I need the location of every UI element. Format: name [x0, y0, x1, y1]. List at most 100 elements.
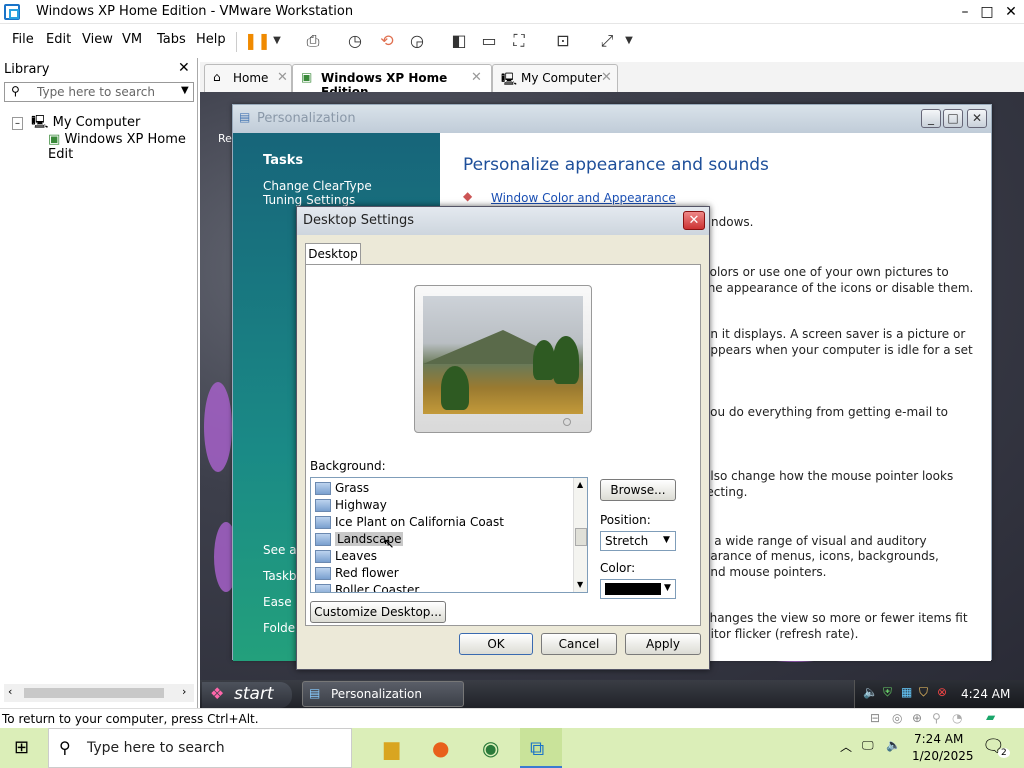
volume-icon[interactable]: 🔈: [886, 738, 901, 752]
scroll-up-icon[interactable]: ▲: [577, 480, 583, 489]
network-icon[interactable]: 🖵: [862, 738, 874, 753]
description-text: ndows.: [711, 215, 754, 229]
window-color-link[interactable]: Window Color and Appearance: [491, 191, 676, 205]
volume-icon[interactable]: 🔈: [863, 685, 878, 699]
message-icon[interactable]: ▰: [986, 710, 995, 724]
sidebar-view-icon[interactable]: ◧: [448, 30, 470, 52]
library-horizontal-scrollbar[interactable]: ‹ ›: [4, 684, 194, 702]
guest-screen[interactable]: Re ▤ Personalization _ □ ✕ Tasks Change …: [200, 92, 1024, 709]
clock[interactable]: 4:24 AM: [961, 687, 1010, 701]
desktop-icon-label[interactable]: Re: [218, 132, 232, 145]
cleartype-link[interactable]: Change ClearType Tuning Settings: [263, 179, 393, 207]
pause-icon[interactable]: ❚❚: [244, 30, 271, 52]
vm-icon: ▣: [48, 132, 61, 147]
vmware-taskbar-button[interactable]: ⧉: [520, 728, 562, 768]
thumbnail-bar-icon[interactable]: ▭: [478, 30, 500, 52]
image-icon: [315, 584, 331, 592]
file-explorer-icon[interactable]: ▆: [384, 736, 399, 760]
security-icon[interactable]: ⛨: [883, 685, 892, 700]
full-screen-icon[interactable]: ⛶: [508, 30, 530, 52]
color-label: Color:: [600, 561, 636, 575]
library-search-input[interactable]: [37, 84, 177, 100]
scroll-down-icon[interactable]: ▼: [577, 580, 583, 589]
taskbar-search[interactable]: ⚲ Type here to search: [48, 728, 352, 768]
collapse-icon[interactable]: –: [12, 117, 23, 130]
tree-item-vm[interactable]: ▣ Windows XP Home Edit: [48, 132, 197, 162]
close-button[interactable]: ✕: [967, 109, 987, 128]
close-tab-icon[interactable]: ✕: [601, 70, 612, 85]
description-text: the appearance of the icons or disable t…: [703, 281, 974, 295]
chevron-down-icon[interactable]: ▼: [664, 583, 671, 593]
menu-tabs[interactable]: Tabs: [157, 32, 186, 47]
scrollbar-thumb[interactable]: [24, 688, 164, 698]
chevron-down-icon[interactable]: ▼: [663, 535, 670, 545]
close-icon[interactable]: ✕: [178, 60, 190, 76]
snapshot-icon[interactable]: ◷: [344, 30, 366, 52]
scroll-left-icon[interactable]: ‹: [8, 685, 12, 698]
menu-help[interactable]: Help: [196, 32, 226, 47]
network-adapter-icon[interactable]: ⊕: [912, 711, 922, 725]
hdd-icon[interactable]: ⊟: [870, 711, 880, 725]
tab-desktop[interactable]: Desktop: [305, 243, 361, 265]
close-button[interactable]: ✕: [996, 0, 1024, 24]
clock-time[interactable]: 7:24 AM: [914, 732, 963, 746]
background-list-scrollbar[interactable]: ▲ ▼: [573, 478, 587, 592]
scroll-right-icon[interactable]: ›: [182, 685, 186, 698]
status-bar: To return to your computer, press Ctrl+A…: [0, 708, 1024, 728]
image-icon: [315, 567, 331, 580]
computer-icon: 🖳: [31, 115, 49, 130]
position-select[interactable]: Stretch ▼: [600, 531, 676, 551]
close-icon[interactable]: ✕: [683, 211, 705, 230]
globe-icon[interactable]: ◉: [482, 736, 499, 760]
snapshot-manager-icon[interactable]: ◶: [406, 30, 428, 52]
menu-edit[interactable]: Edit: [46, 32, 71, 47]
tab-my-computer[interactable]: 🖳 My Computer ✕: [492, 64, 618, 92]
alert-icon[interactable]: ⊗: [937, 685, 947, 699]
image-icon: [315, 516, 331, 529]
background-list[interactable]: Grass Highway Ice Plant on California Co…: [310, 477, 588, 593]
taskbar-item-personalization[interactable]: ▤ Personalization: [302, 681, 464, 707]
send-ctrl-alt-del-icon[interactable]: ⎙: [302, 30, 324, 52]
tab-home[interactable]: ⌂ Home ✕: [204, 64, 292, 92]
customize-desktop-button[interactable]: Customize Desktop...: [310, 601, 446, 623]
tab-windows-xp[interactable]: ▣ Windows XP Home Edition ✕: [292, 64, 492, 99]
chevron-down-icon[interactable]: ▼: [181, 85, 189, 96]
cancel-button[interactable]: Cancel: [541, 633, 617, 655]
color-picker-button[interactable]: ▼: [600, 579, 676, 599]
menu-file[interactable]: File: [12, 32, 34, 47]
menu-view[interactable]: View: [82, 32, 113, 47]
windows-start-icon[interactable]: ⊞: [14, 737, 29, 758]
dialog-title: Desktop Settings: [303, 213, 415, 228]
start-button[interactable]: ❖ start: [202, 682, 292, 708]
maximize-button[interactable]: □: [943, 109, 963, 128]
stretch-guest-icon[interactable]: ⤢: [596, 30, 618, 52]
chevron-up-icon[interactable]: ︿: [840, 738, 852, 755]
description-text: you do everything from getting e-mail to: [703, 405, 949, 419]
menu-vm[interactable]: VM: [122, 32, 142, 47]
position-value: Stretch: [605, 534, 649, 548]
clock-date[interactable]: 1/20/2025: [912, 749, 974, 763]
revert-snapshot-icon[interactable]: ⟲: [376, 30, 398, 52]
chevron-down-icon[interactable]: ▼: [266, 30, 288, 52]
apply-button[interactable]: Apply: [625, 633, 701, 655]
cd-icon[interactable]: ◎: [892, 711, 902, 725]
scrollbar-thumb[interactable]: [575, 528, 587, 546]
network-icon[interactable]: ▦: [901, 685, 912, 699]
firefox-icon[interactable]: ●: [432, 736, 449, 760]
minimize-button[interactable]: _: [921, 109, 941, 128]
chevron-down-icon[interactable]: ▼: [618, 30, 640, 52]
close-tab-icon[interactable]: ✕: [471, 70, 482, 85]
control-panel-icon: ▤: [239, 110, 251, 124]
folder-options-link[interactable]: Folder: [263, 621, 300, 635]
console-view-icon[interactable]: ⊡: [552, 30, 574, 52]
taskbar-link[interactable]: Taskb: [263, 569, 297, 583]
shield-icon[interactable]: ⛉: [919, 685, 928, 700]
usb-icon[interactable]: ⚲: [932, 711, 941, 725]
browse-button[interactable]: Browse...: [600, 479, 676, 501]
close-tab-icon[interactable]: ✕: [277, 70, 288, 85]
tree-item-label: Windows XP Home Edit: [48, 132, 186, 162]
search-icon: ⚲: [11, 84, 20, 98]
tab-label: Home: [233, 71, 269, 85]
ok-button[interactable]: OK: [459, 633, 533, 655]
sound-icon[interactable]: ◔: [952, 711, 962, 725]
